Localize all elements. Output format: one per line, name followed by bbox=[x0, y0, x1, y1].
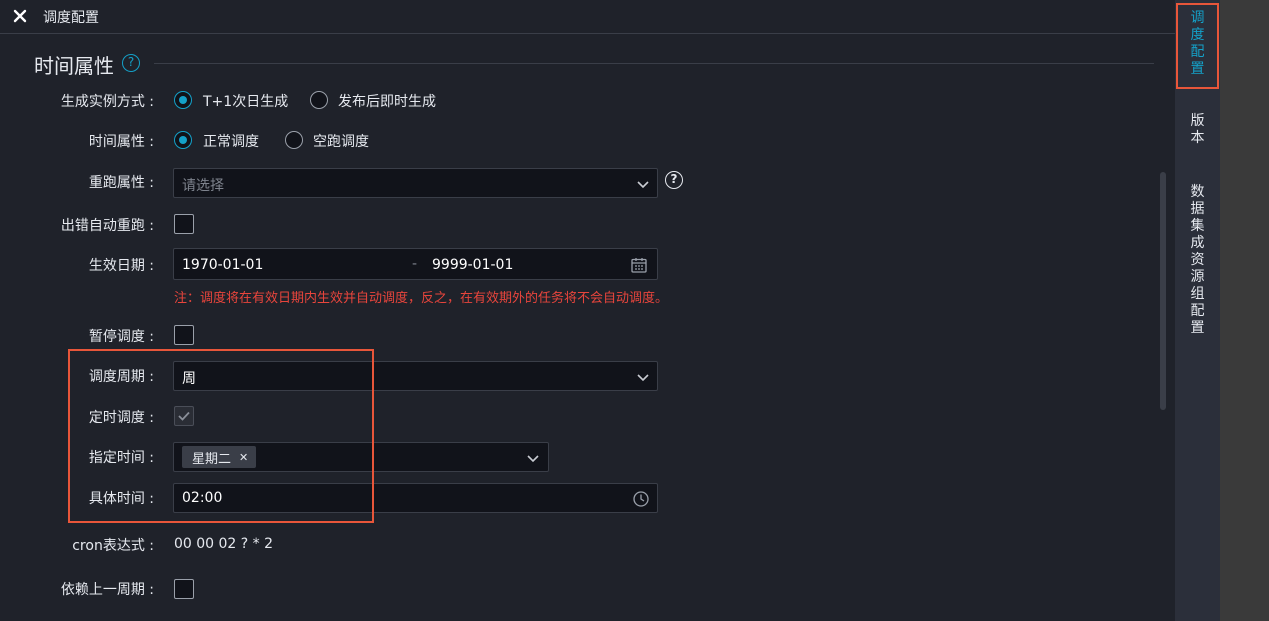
tab-version-label: 版本 bbox=[1190, 113, 1205, 146]
instance-mode-t1-radio[interactable] bbox=[174, 91, 192, 109]
titlebar: 调度配置 bbox=[0, 0, 1175, 34]
chevron-down-icon bbox=[637, 374, 649, 382]
right-sidebar: 调度配置 版本 数据集成资源组配置 bbox=[1175, 0, 1220, 621]
chevron-down-icon bbox=[527, 455, 539, 463]
panel-title: 调度配置 bbox=[43, 10, 99, 26]
depend-prev-checkbox[interactable] bbox=[174, 579, 194, 599]
auto-rerun-checkbox[interactable] bbox=[174, 214, 194, 234]
time-attr-normal-radio[interactable] bbox=[174, 131, 192, 149]
tab-resource-group-label: 数据集成资源组配置 bbox=[1190, 184, 1205, 336]
cron-label: cron表达式 bbox=[4, 535, 154, 555]
tab-highlight-box bbox=[1176, 3, 1219, 89]
depend-prev-label: 依赖上一周期 bbox=[4, 579, 154, 599]
time-attr-dry-radio[interactable] bbox=[285, 131, 303, 149]
effective-date-start[interactable]: 1970-01-01 bbox=[182, 257, 263, 273]
effective-date-range[interactable]: 1970-01-01 - 9999-01-01 bbox=[173, 248, 658, 280]
effective-date-note: 注：调度将在有效日期内生效并自动调度，反之，在有效期外的任务将不会自动调度。 bbox=[174, 291, 669, 306]
close-icon[interactable] bbox=[12, 8, 28, 24]
pause-label: 暂停调度 bbox=[4, 326, 154, 346]
auto-rerun-label: 出错自动重跑 bbox=[4, 215, 154, 235]
effective-date-label: 生效日期 bbox=[4, 255, 154, 275]
tab-resource-group[interactable]: 数据集成资源组配置 bbox=[1175, 184, 1220, 337]
calendar-icon[interactable] bbox=[630, 256, 648, 274]
section-title: 时间属性 bbox=[34, 54, 114, 78]
highlight-box bbox=[68, 349, 374, 523]
time-attr-label: 时间属性 bbox=[4, 131, 154, 151]
config-panel: 调度配置 时间属性 ? 生成实例方式 T+1次日生成 发布后即时生成 时间属性 … bbox=[0, 0, 1175, 621]
outer-background bbox=[1220, 0, 1269, 621]
section-help-icon[interactable]: ? bbox=[122, 54, 140, 72]
effective-date-separator: - bbox=[412, 256, 418, 272]
instance-mode-immediate-radio[interactable] bbox=[310, 91, 328, 109]
chevron-down-icon bbox=[637, 181, 649, 189]
cron-value: 00 00 02 ? * 2 bbox=[174, 536, 274, 552]
rerun-attr-label: 重跑属性 bbox=[4, 172, 154, 192]
instance-mode-t1-label[interactable]: T+1次日生成 bbox=[203, 91, 288, 111]
effective-date-end[interactable]: 9999-01-01 bbox=[432, 257, 513, 273]
clock-icon[interactable] bbox=[632, 490, 650, 508]
scrollbar[interactable] bbox=[1160, 172, 1166, 410]
rerun-attr-select[interactable]: 请选择 bbox=[173, 168, 658, 198]
rerun-attr-placeholder: 请选择 bbox=[182, 178, 224, 194]
rerun-help-icon[interactable]: ? bbox=[665, 171, 683, 189]
section-divider bbox=[154, 63, 1154, 64]
pause-checkbox[interactable] bbox=[174, 325, 194, 345]
time-attr-dry-label[interactable]: 空跑调度 bbox=[313, 131, 369, 151]
instance-mode-immediate-label[interactable]: 发布后即时生成 bbox=[338, 91, 436, 111]
tab-version[interactable]: 版本 bbox=[1175, 113, 1220, 147]
time-attr-normal-label[interactable]: 正常调度 bbox=[203, 131, 259, 151]
instance-mode-label: 生成实例方式 bbox=[4, 91, 154, 111]
